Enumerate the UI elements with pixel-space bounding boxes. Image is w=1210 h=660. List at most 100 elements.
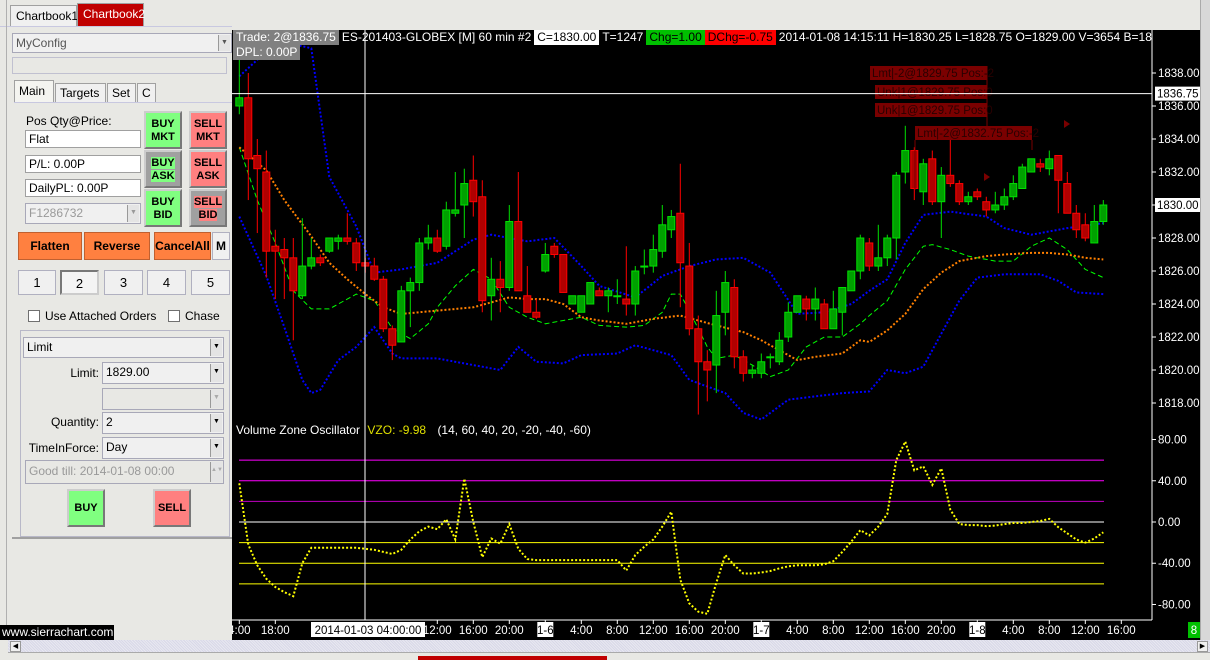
candle bbox=[847, 270, 856, 292]
daily-change-label: DChg=-0.75 bbox=[704, 30, 776, 45]
vertical-scrollbar[interactable] bbox=[1200, 0, 1210, 640]
chevron-down-icon: ▼ bbox=[210, 339, 222, 356]
qty-preset-4[interactable]: 4 bbox=[147, 270, 186, 295]
candle-body bbox=[685, 265, 694, 330]
candle bbox=[838, 287, 847, 336]
candle-body bbox=[910, 150, 919, 190]
candle bbox=[703, 350, 712, 402]
tab-chartbook1[interactable]: Chartbook1 bbox=[10, 5, 78, 26]
candle bbox=[901, 125, 910, 184]
buy-button[interactable]: BUY bbox=[67, 489, 105, 527]
qty-preset-1[interactable]: 1 bbox=[18, 270, 56, 295]
candle-body bbox=[568, 295, 577, 305]
buy-market-button[interactable]: BUY MKT bbox=[144, 111, 182, 149]
sell-ask-button[interactable]: SELL ASK bbox=[189, 150, 227, 188]
price-tick-label: 1822.00 bbox=[1158, 332, 1200, 344]
candle-body bbox=[964, 196, 973, 203]
price-tick-label: 1818.00 bbox=[1158, 398, 1200, 410]
candle bbox=[370, 257, 379, 281]
candle bbox=[451, 172, 460, 217]
overlay-upper-band bbox=[238, 38, 1104, 315]
candle-body bbox=[613, 295, 622, 298]
candle-body bbox=[577, 295, 586, 313]
tab-targets[interactable]: Targets bbox=[55, 83, 106, 102]
overlay-lower-band bbox=[238, 216, 1104, 421]
qty-preset-2[interactable]: 2 bbox=[60, 270, 99, 295]
qty-preset-5[interactable]: 5 bbox=[191, 270, 230, 295]
sierrachart-link[interactable]: www.sierrachart.com bbox=[0, 625, 114, 640]
candle-body bbox=[541, 254, 550, 272]
candle bbox=[1027, 158, 1036, 173]
candle bbox=[766, 353, 775, 369]
qty-preset-3[interactable]: 3 bbox=[104, 270, 143, 295]
sell-button[interactable]: SELL bbox=[153, 489, 191, 527]
scroll-left-icon[interactable]: ◀ bbox=[10, 641, 21, 652]
config-select[interactable]: MyConfig ▼ bbox=[12, 33, 232, 53]
time-in-force-select[interactable]: Day ▼ bbox=[102, 437, 224, 459]
position-field: Flat bbox=[25, 130, 141, 148]
candle bbox=[667, 209, 676, 238]
m-button[interactable]: M bbox=[212, 232, 230, 260]
flatten-button[interactable]: Flatten bbox=[18, 232, 82, 260]
chevron-down-icon: ▼ bbox=[127, 205, 139, 222]
candle bbox=[973, 188, 982, 201]
candle-body bbox=[406, 282, 415, 292]
candle-body bbox=[532, 311, 541, 318]
time-tick-label: 16:00 bbox=[459, 625, 488, 637]
tab-main[interactable]: Main bbox=[14, 80, 54, 103]
order-type-select[interactable]: Limit ▼ bbox=[23, 337, 224, 358]
candle-body bbox=[559, 254, 568, 293]
cancel-all-button[interactable]: CancelAll bbox=[154, 232, 211, 260]
use-attached-orders-label: Use Attached Orders bbox=[45, 309, 157, 323]
candle-body bbox=[343, 237, 352, 242]
buy-ask-button[interactable]: BUY ASK bbox=[144, 150, 182, 188]
candle-body bbox=[748, 369, 757, 374]
candle-body bbox=[883, 237, 892, 259]
price-tick-label: 1838.00 bbox=[1158, 68, 1200, 80]
tif-label: TimeInForce: bbox=[28, 441, 99, 455]
time-tick-label: 8:00 bbox=[822, 625, 844, 637]
time-tick-label: 12:00 bbox=[423, 625, 452, 637]
candle bbox=[982, 196, 991, 217]
use-attached-orders-checkbox[interactable] bbox=[28, 310, 40, 322]
account-select[interactable]: F1286732 ▼ bbox=[25, 203, 141, 224]
candle-body bbox=[262, 171, 271, 252]
candle bbox=[550, 242, 559, 258]
chevron-down-icon: ▼ bbox=[218, 35, 230, 51]
horizontal-scrollbar[interactable] bbox=[8, 640, 1210, 652]
candle-body bbox=[928, 158, 937, 203]
buy-bid-button[interactable]: BUY BID bbox=[144, 189, 182, 227]
config-value: MyConfig bbox=[16, 36, 67, 50]
tab-c[interactable]: C bbox=[137, 83, 156, 102]
candle bbox=[1018, 163, 1027, 190]
sell-market-button[interactable]: SELL MKT bbox=[189, 111, 227, 149]
limit-price-field[interactable]: 1829.00 ▼ bbox=[102, 362, 224, 384]
reverse-button[interactable]: Reverse bbox=[84, 232, 150, 260]
candle-body bbox=[991, 204, 1000, 211]
chevron-down-icon: ▼ bbox=[210, 439, 222, 457]
symbol-label: ES-201403-GLOBEX [M] 60 min #2 bbox=[341, 30, 532, 44]
candle-body bbox=[757, 361, 766, 374]
chase-checkbox[interactable] bbox=[168, 310, 180, 322]
candle-body bbox=[847, 270, 856, 292]
limit-label: Limit: bbox=[70, 366, 99, 380]
candle-body bbox=[1099, 204, 1108, 222]
candle bbox=[793, 295, 802, 313]
price-tick-label: 1820.00 bbox=[1158, 365, 1200, 377]
candle bbox=[586, 282, 595, 305]
scroll-right-icon[interactable]: ▶ bbox=[1197, 641, 1208, 652]
candle bbox=[964, 191, 973, 205]
candle-body bbox=[1045, 158, 1054, 170]
sell-bid-button[interactable]: SELL BID bbox=[189, 189, 227, 227]
candle-body bbox=[739, 356, 748, 374]
candle bbox=[604, 287, 613, 313]
tab-set[interactable]: Set bbox=[107, 83, 136, 102]
tab-chartbook2[interactable]: Chartbook2 bbox=[77, 3, 145, 26]
candle bbox=[757, 353, 766, 379]
vzo-tick-label: 40.00 bbox=[1158, 476, 1187, 488]
candle bbox=[595, 287, 604, 297]
quantity-field[interactable]: 2 ▼ bbox=[102, 412, 224, 434]
candle bbox=[532, 299, 541, 319]
price-chart[interactable]: 1838.00 1836.00 1834.00 1832.00 1830.00 1828.… bbox=[232, 30, 1210, 640]
candle bbox=[865, 238, 874, 271]
